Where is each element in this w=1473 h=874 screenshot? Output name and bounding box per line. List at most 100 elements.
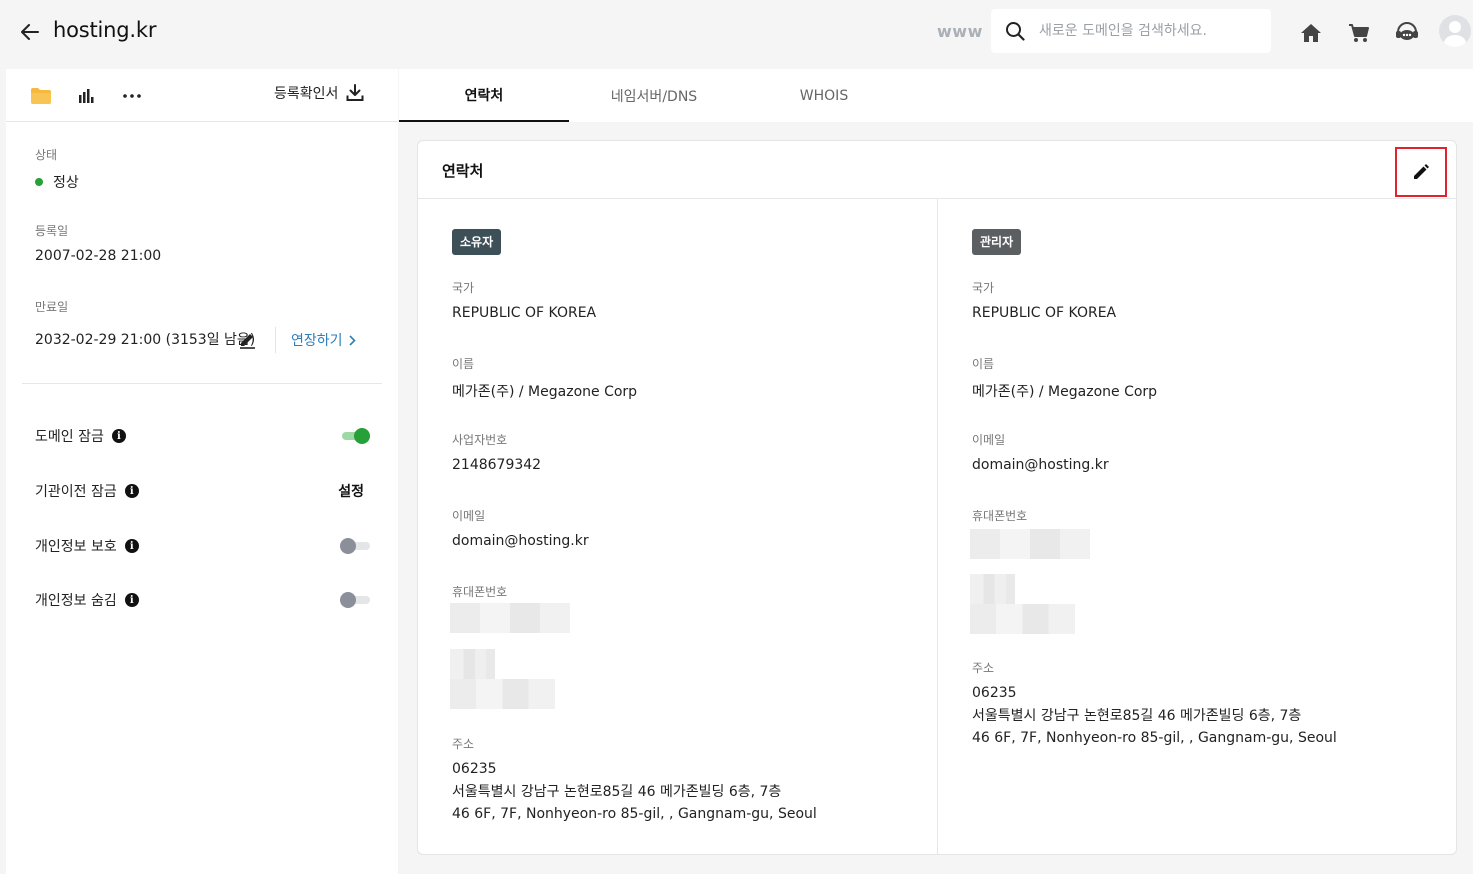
sidebar-divider (22, 383, 382, 384)
status-value: 정상 (35, 172, 79, 192)
home-button[interactable] (1298, 20, 1324, 46)
owner-address-line2: 46 6F, 7F, Nonhyeon-ro 85-gil, , Gangnam… (452, 806, 817, 822)
owner-column: 소유자 국가 REPUBLIC OF KOREA 이름 메가존(주) / Meg… (418, 199, 918, 849)
registered-label: 등록일 (35, 224, 69, 238)
main-content: 연락처 네임서버/DNS WHOIS 연락처 소유자 국가 REPUBLIC O… (399, 69, 1473, 874)
support-chat-icon (1396, 22, 1418, 40)
back-button[interactable] (18, 20, 42, 44)
owner-phone-label: 휴대폰번호 (452, 585, 508, 599)
owner-country: REPUBLIC OF KOREA (452, 305, 597, 321)
admin-badge: 관리자 (972, 229, 1022, 255)
admin-extra-redacted (970, 604, 1075, 634)
info-icon[interactable]: i (111, 429, 126, 443)
option-label: 개인정보 보호 (35, 539, 117, 555)
status-dot (35, 178, 43, 186)
expiry-label: 만료일 (35, 300, 69, 314)
contact-card: 연락처 소유자 국가 REPUBLIC OF KOREA 이름 메가존(주) /… (417, 140, 1457, 855)
admin-country-label: 국가 (972, 281, 995, 295)
edit-expiry-pencil-icon[interactable] (239, 331, 257, 349)
folder-icon (31, 88, 51, 104)
registration-certificate-label: 등록확인서 (274, 86, 339, 102)
search-icon[interactable] (1005, 21, 1025, 41)
domain-search-box (991, 9, 1271, 53)
owner-email: domain@hosting.kr (452, 533, 589, 549)
domain-lock-toggle[interactable] (340, 428, 370, 444)
top-header: hosting.kr www (0, 0, 1473, 68)
owner-name-label: 이름 (452, 357, 475, 371)
owner-country-label: 국가 (452, 281, 475, 295)
registered-value: 2007-02-28 21:00 (35, 248, 162, 264)
registration-certificate-button[interactable]: 등록확인서 (274, 83, 364, 103)
owner-address-label: 주소 (452, 737, 475, 751)
owner-badge: 소유자 (452, 229, 502, 255)
admin-address-label: 주소 (972, 661, 995, 675)
admin-country: REPUBLIC OF KOREA (972, 305, 1117, 321)
admin-extra-redacted (970, 574, 1015, 604)
owner-phone-redacted (450, 603, 570, 633)
contact-card-title: 연락처 (442, 162, 484, 180)
admin-address-line1: 서울특별시 강남구 논현로85길 46 메가존빌딩 6층, 7층 (972, 708, 1302, 724)
owner-bizno: 2148679342 (452, 457, 542, 473)
owner-extra-redacted (450, 649, 495, 679)
admin-column: 관리자 국가 REPUBLIC OF KOREA 이름 메가존(주) / Meg… (938, 199, 1438, 849)
option-domain-lock: 도메인 잠금 i (35, 424, 370, 448)
tab-bar: 연락처 네임서버/DNS WHOIS (399, 69, 1473, 122)
owner-name: 메가존(주) / Megazone Corp (452, 384, 638, 400)
cart-icon (1349, 24, 1369, 42)
extend-link[interactable]: 연장하기 (291, 330, 356, 350)
owner-extra-redacted (450, 679, 555, 709)
admin-name: 메가존(주) / Megazone Corp (972, 384, 1158, 400)
option-privacy-hide: 개인정보 숨김 i (35, 588, 370, 612)
cart-button[interactable] (1346, 20, 1372, 46)
more-button[interactable] (123, 85, 141, 107)
expiry-value: 2032-02-29 21:00 (3153일 남음) (35, 332, 256, 348)
user-avatar[interactable] (1439, 15, 1471, 47)
transfer-lock-setting-button[interactable]: 설정 (338, 481, 364, 501)
owner-email-label: 이메일 (452, 509, 486, 523)
admin-email-label: 이메일 (972, 433, 1006, 447)
privacy-hide-toggle[interactable] (340, 592, 370, 608)
owner-bizno-label: 사업자번호 (452, 433, 508, 447)
info-icon[interactable]: i (124, 539, 139, 553)
home-icon (1301, 24, 1321, 42)
tab-contacts[interactable]: 연락처 (399, 69, 569, 122)
expiry-divider (275, 327, 276, 353)
owner-zipcode: 06235 (452, 761, 497, 777)
status-label: 상태 (35, 148, 58, 162)
admin-zipcode: 06235 (972, 685, 1017, 701)
edit-contact-button[interactable] (1395, 147, 1447, 197)
more-icon (123, 94, 141, 98)
site-title: hosting.kr (53, 18, 157, 42)
admin-address-line2: 46 6F, 7F, Nonhyeon-ro 85-gil, , Gangnam… (972, 730, 1337, 746)
admin-name-label: 이름 (972, 357, 995, 371)
stats-button[interactable] (78, 85, 94, 107)
domain-search-input[interactable] (1039, 9, 1261, 53)
sidebar-toolbar: 등록확인서 (6, 69, 398, 122)
option-privacy-protection: 개인정보 보호 i (35, 534, 370, 558)
support-button[interactable] (1394, 20, 1420, 46)
domain-sidebar: 등록확인서 상태 정상 등록일 2007-02-28 21:00 만료일 203… (6, 69, 398, 874)
status-text: 정상 (53, 175, 79, 191)
bar-chart-icon (79, 89, 94, 103)
info-icon[interactable]: i (124, 593, 139, 607)
tab-nameserver-dns[interactable]: 네임서버/DNS (569, 69, 739, 122)
pencil-icon (1414, 164, 1429, 179)
info-icon[interactable]: i (124, 484, 139, 498)
privacy-protection-toggle[interactable] (340, 538, 370, 554)
chevron-right-icon (348, 334, 356, 346)
download-icon (346, 84, 364, 101)
admin-phone-label: 휴대폰번호 (972, 509, 1028, 523)
folder-button[interactable] (30, 85, 52, 107)
option-label: 도메인 잠금 (35, 429, 104, 445)
avatar-icon (1444, 21, 1466, 47)
option-label: 기관이전 잠금 (35, 484, 117, 500)
www-label: www (937, 22, 983, 41)
option-label: 개인정보 숨김 (35, 593, 117, 609)
option-transfer-lock: 기관이전 잠금 i 설정 (35, 479, 370, 503)
owner-address-line1: 서울특별시 강남구 논현로85길 46 메가존빌딩 6층, 7층 (452, 784, 782, 800)
admin-email: domain@hosting.kr (972, 457, 1109, 473)
back-arrow-icon (21, 24, 39, 40)
admin-phone-redacted (970, 529, 1090, 559)
extend-link-label: 연장하기 (291, 333, 343, 349)
tab-whois[interactable]: WHOIS (739, 69, 909, 122)
